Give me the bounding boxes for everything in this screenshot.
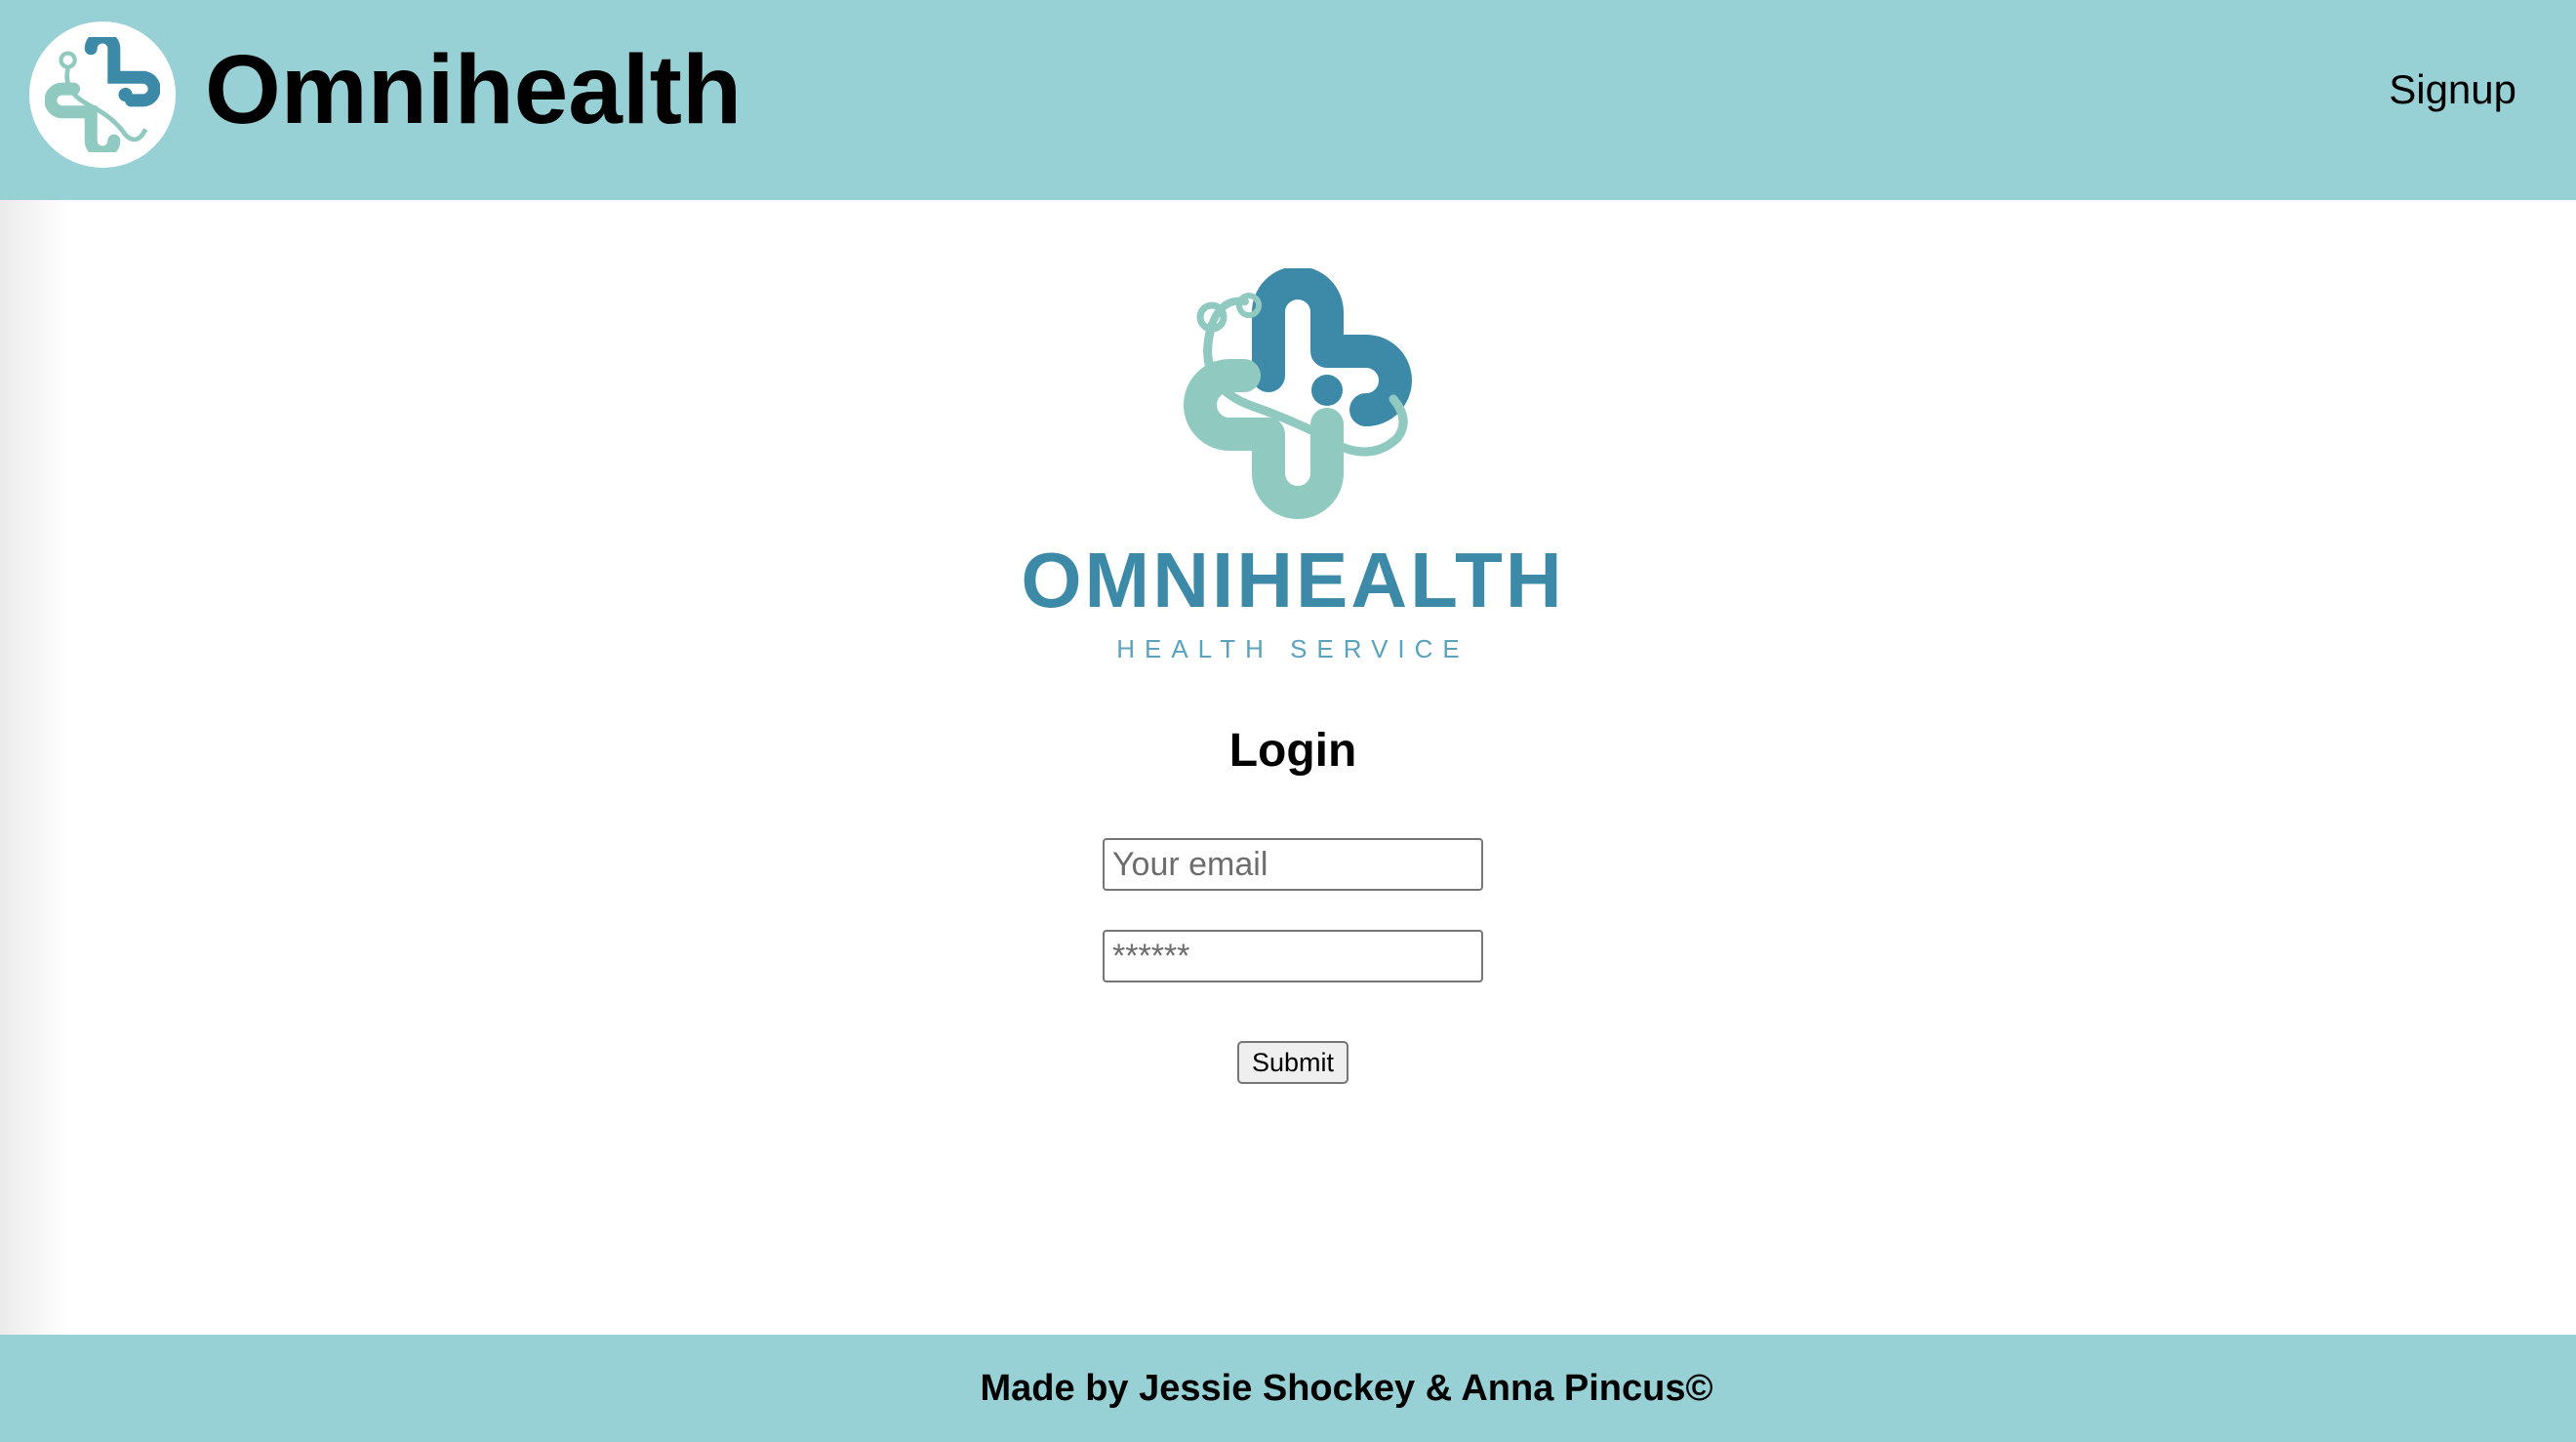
site-title: Omnihealth	[205, 35, 743, 144]
brand-tagline: HEALTH SERVICE	[1116, 634, 1469, 663]
medical-cross-stethoscope-icon	[45, 37, 160, 152]
signup-link[interactable]: Signup	[2389, 64, 2516, 115]
password-field[interactable]	[1103, 930, 1483, 982]
brand-name: OMNIHEALTH	[1021, 537, 1565, 623]
site-header: Omnihealth Signup	[0, 0, 2576, 200]
footer-credit: Made by Jessie Shockey & Anna Pincus©	[980, 1368, 1713, 1409]
site-footer: Made by Jessie Shockey & Anna Pincus©	[0, 1335, 2576, 1442]
email-field[interactable]	[1103, 838, 1483, 891]
header-logo[interactable]	[29, 21, 176, 168]
omnihealth-logo-icon	[1184, 268, 1412, 519]
login-page: OMNIHEALTH HEALTH SERVICE Login Submit	[0, 200, 2576, 1335]
login-heading: Login	[1228, 725, 1357, 777]
submit-button[interactable]: Submit	[1237, 1041, 1348, 1084]
